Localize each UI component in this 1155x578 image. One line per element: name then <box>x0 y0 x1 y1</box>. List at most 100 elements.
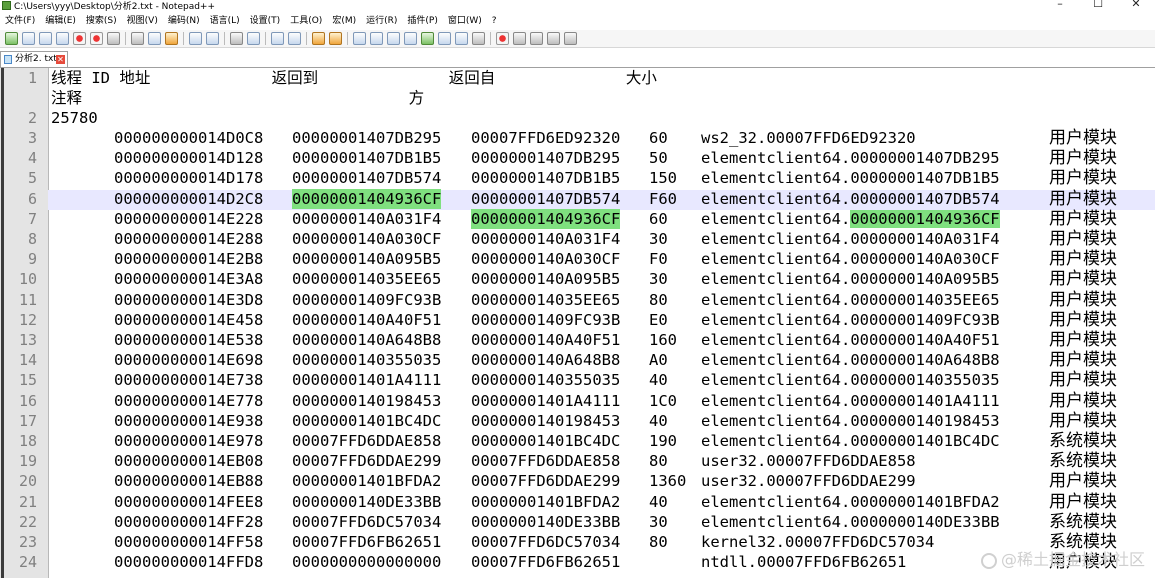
folder-as-workspace-icon[interactable] <box>455 32 468 45</box>
define-language-icon[interactable] <box>404 32 417 45</box>
new-file-icon[interactable] <box>5 32 18 45</box>
table-row: 11 000000000014E3D8 00000001409FC93B 000000… <box>0 290 1155 310</box>
print-icon[interactable] <box>107 32 120 45</box>
word-wrap-icon[interactable] <box>353 32 366 45</box>
paste-icon[interactable] <box>165 32 178 45</box>
return-to-cell: 00000001401BFDA2 <box>292 472 442 491</box>
line-number: 16 <box>18 391 37 410</box>
return-to-cell: 0000000140A030CF <box>292 230 442 248</box>
save-macro-icon[interactable] <box>564 32 577 45</box>
copy-icon[interactable] <box>148 32 161 45</box>
function-list-icon[interactable] <box>438 32 451 45</box>
document-map-icon[interactable] <box>421 32 434 45</box>
menu-help[interactable]: ? <box>487 13 502 30</box>
return-from-cell: 00000001401BC4DC <box>471 432 621 450</box>
menu-edit[interactable]: 编辑(E) <box>40 13 81 30</box>
toolbar-separator <box>183 32 184 45</box>
module-cell: elementclient64.00000001407DB295 <box>701 148 1000 168</box>
menu-macro[interactable]: 宏(M) <box>327 13 361 30</box>
tab-file[interactable]: 分析2. txt ✕ <box>0 51 68 67</box>
menu-search[interactable]: 搜索(S) <box>81 13 122 30</box>
record-macro-icon[interactable] <box>496 32 509 45</box>
indent-guide-icon[interactable] <box>387 32 400 45</box>
return-from-cell: 0000000140A648B8 <box>471 351 621 370</box>
size-cell: 60 <box>649 209 668 228</box>
module-name: elementclient64. <box>701 149 851 168</box>
table-row: 6 000000000014D2C8 00000001404936CF 0000000… <box>0 188 1155 209</box>
line-number: 13 <box>18 331 37 349</box>
line-number: 17 <box>18 411 37 430</box>
zoom-in-icon[interactable] <box>271 32 284 45</box>
line-text: 注释 方 <box>51 89 425 107</box>
save-all-icon[interactable] <box>56 32 69 45</box>
address-cell: 000000000014EB08 <box>114 452 264 471</box>
open-file-icon[interactable] <box>22 32 35 45</box>
minimize-button[interactable]: – <box>1041 0 1079 11</box>
zoom-out-icon[interactable] <box>288 32 301 45</box>
stop-macro-icon[interactable] <box>513 32 526 45</box>
show-all-chars-icon[interactable] <box>370 32 383 45</box>
note-cell: 系统模块 <box>1049 431 1117 451</box>
module-cell: elementclient64.0000000140A031F4 <box>701 229 1000 249</box>
return-from-cell: 000000014035EE65 <box>471 290 621 309</box>
return-from-cell: 00007FFD6ED92320 <box>471 129 621 147</box>
sync-vertical-icon[interactable] <box>312 32 325 45</box>
table-row: 19 000000000014EB08 00007FFD6DDAE299 00007F… <box>0 451 1155 471</box>
module-address: 000000014035EE65 <box>850 290 1000 309</box>
play-macro-icon[interactable] <box>530 32 543 45</box>
menu-language[interactable]: 语言(L) <box>205 13 245 30</box>
address-cell: 000000000014E3D8 <box>114 290 264 309</box>
menu-view[interactable]: 视图(V) <box>122 13 163 30</box>
save-icon[interactable] <box>39 32 52 45</box>
sync-horizontal-icon[interactable] <box>329 32 342 45</box>
editor[interactable]: 1 线程 ID 地址 返回到 返回自 大小 注释 方 2 25780 3 0000… <box>0 68 1155 578</box>
note-cell: 系统模块 <box>1049 511 1117 532</box>
menu-window[interactable]: 窗口(W) <box>443 13 487 30</box>
close-all-icon[interactable] <box>90 32 103 45</box>
module-cell: elementclient64.0000000140A648B8 <box>701 350 1000 370</box>
return-from-cell: 0000000140A40F51 <box>471 331 621 349</box>
return-to-cell: 0000000140355035 <box>292 351 442 370</box>
note-cell: 用户模块 <box>1049 309 1117 330</box>
module-cell: user32.00007FFD6DDAE858 <box>701 451 916 471</box>
address-cell: 000000000014E738 <box>114 371 264 390</box>
monitoring-icon[interactable] <box>472 32 485 45</box>
toolbar-separator <box>224 32 225 45</box>
menu-run[interactable]: 运行(R) <box>361 13 402 30</box>
menu-file[interactable]: 文件(F) <box>0 13 40 30</box>
menu-settings[interactable]: 设置(T) <box>245 13 286 30</box>
module-name: elementclient64. <box>701 512 851 531</box>
module-name: elementclient64. <box>701 351 851 370</box>
note-cell: 用户模块 <box>1049 289 1117 310</box>
toolbar-separator <box>125 32 126 45</box>
return-from-cell: 00000001404936CF <box>471 208 621 229</box>
line-number: 10 <box>18 270 37 289</box>
menu-tools[interactable]: 工具(O) <box>285 13 327 30</box>
line-number: 1 <box>27 69 37 87</box>
menu-encoding[interactable]: 编码(N) <box>163 13 205 30</box>
size-cell: E0 <box>649 310 668 329</box>
note-cell: 用户模块 <box>1049 168 1117 189</box>
module-name: ws2_32. <box>701 129 767 147</box>
return-to-cell: 0000000000000000 <box>292 553 442 572</box>
module-name: user32. <box>701 452 767 471</box>
close-button[interactable]: ✕ <box>1117 0 1155 11</box>
tab-close-icon[interactable]: ✕ <box>56 55 65 64</box>
module-name: elementclient64. <box>701 310 851 329</box>
module-cell: elementclient64.0000000140A030CF <box>701 249 1000 269</box>
cut-icon[interactable] <box>131 32 144 45</box>
replace-icon[interactable] <box>247 32 260 45</box>
return-to-cell: 00000001407DB295 <box>292 129 442 147</box>
note-cell: 用户模块 <box>1049 350 1117 371</box>
size-cell: 150 <box>649 169 677 188</box>
note-cell: 用户模块 <box>1049 471 1117 492</box>
module-cell: elementclient64.0000000140DE33BB <box>701 512 1000 532</box>
run-macro-multiple-icon[interactable] <box>547 32 560 45</box>
menu-plugins[interactable]: 插件(P) <box>402 13 442 30</box>
module-address: 0000000140A095B5 <box>850 270 1000 289</box>
find-icon[interactable] <box>230 32 243 45</box>
maximize-button[interactable]: ☐ <box>1079 0 1117 11</box>
close-file-icon[interactable] <box>73 32 86 45</box>
redo-icon[interactable] <box>206 32 219 45</box>
undo-icon[interactable] <box>189 32 202 45</box>
